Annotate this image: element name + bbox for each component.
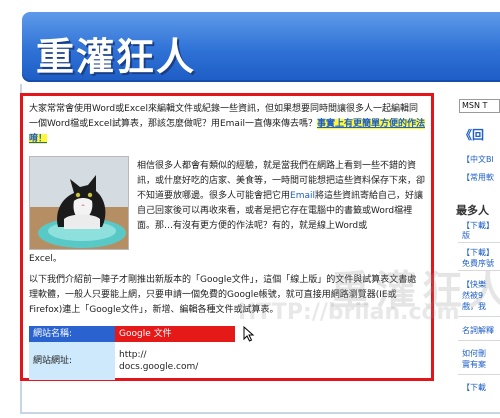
site-header: 重灌狂人: [22, 12, 500, 82]
sidebar-link-common-software[interactable]: 【常用軟: [462, 172, 494, 183]
table-row: 網站網址: http:// docs.google.com/: [29, 342, 235, 380]
sidebar-item-6[interactable]: 【下載: [462, 382, 486, 393]
sidebar-item-3-cont[interactable]: 然被9: [462, 290, 483, 301]
table-row: 網站名稱: Google 文件: [29, 326, 235, 342]
site-logo[interactable]: 重灌狂人: [36, 26, 196, 81]
sidebar-link-chinese-blog[interactable]: 【中文Bl: [462, 154, 494, 165]
sidebar-heading: 《回: [460, 128, 485, 142]
sidebar-item-5[interactable]: 如何刪: [462, 348, 486, 359]
sidebar-divider: [458, 270, 500, 271]
site-info-table: 網站名稱: Google 文件 網站網址: http:// docs.googl…: [29, 326, 235, 380]
site-name-label: 網站名稱:: [29, 326, 115, 342]
sidebar-item-3-cont-2[interactable]: 戲，我: [462, 301, 486, 312]
article-highlight-box: 大家常常會使用Word或Excel來編輯文件或紀錄一些資訊，但如果想要同時間讓很…: [20, 93, 434, 381]
site-url-label: 網站網址:: [29, 342, 115, 380]
page-frame-bottom: [20, 412, 500, 414]
sidebar-item-2-cont[interactable]: 免費序號: [462, 258, 494, 269]
sidebar-item-4[interactable]: 名詞解釋: [462, 325, 494, 336]
sidebar-item-1-cont[interactable]: 版: [462, 230, 470, 241]
article-intro: 大家常常會使用Word或Excel來編輯文件或紀錄一些資訊，但如果想要同時間讓很…: [29, 102, 425, 147]
site-name-value: Google 文件: [115, 326, 235, 342]
article-body: 相信很多人都會有類似的經驗，就是當我們在網路上看到一些不錯的資訊，或什麼好吃的店…: [137, 153, 425, 250]
cat-photo-illustration: [30, 157, 128, 249]
sidebar-item-2[interactable]: 【下載】: [462, 247, 494, 258]
sidebar-item-3[interactable]: 【快樂: [462, 279, 486, 290]
site-url-value[interactable]: http:// docs.google.com/: [115, 342, 235, 380]
article-google-docs-paragraph: 以下我們介紹前一陣子才剛推出新版本的「Google文件」，這個「線上版」的文件與…: [29, 275, 417, 315]
sidebar-divider: [458, 374, 500, 375]
article-media: 相信很多人都會有類似的經驗，就是當我們在網路上看到一些不錯的資訊，或什麼好吃的店…: [29, 153, 425, 250]
sidebar-divider: [458, 316, 500, 317]
sidebar-divider: [458, 242, 500, 243]
article-excel-line: Excel。: [29, 254, 62, 264]
mouse-cursor-icon: [243, 326, 255, 342]
sidebar-item-5-cont[interactable]: 實有案: [462, 359, 486, 370]
sidebar-divider: [458, 340, 500, 341]
email-link[interactable]: Email: [290, 191, 315, 201]
sidebar-popular-title: 最多人: [456, 204, 489, 217]
cat-photo: [29, 156, 129, 250]
search-input[interactable]: MSN T: [459, 99, 500, 113]
